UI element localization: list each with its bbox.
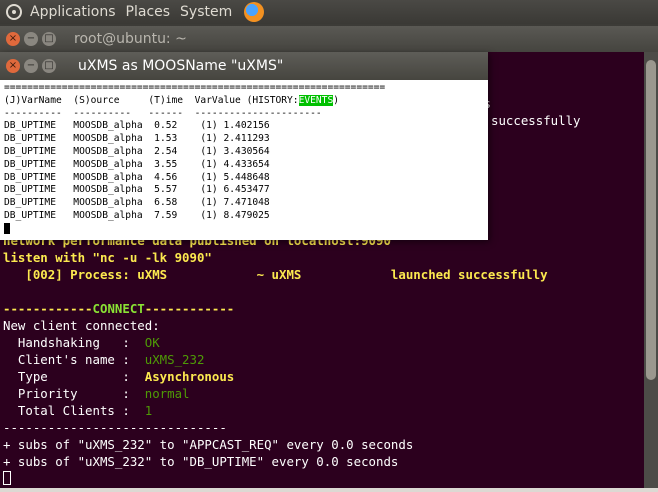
uxms-row: DB_UPTIME MOOSDB_alpha 4.56 (1) 5.448648 [4,171,270,183]
total-label: Total Clients : [3,403,145,418]
uxms-window: × − □ uXMS as MOOSName "uXMS" ==========… [0,52,488,240]
line-new-client: New client connected: [3,318,160,333]
terminal-fragment-1: es [476,95,658,112]
menu-applications[interactable]: Applications [30,4,116,20]
line-process: [002] Process: uXMS ~ uXMS launched succ… [3,267,548,282]
line-subs-1: + subs of "uXMS_232" to "APPCAST_REQ" ev… [3,437,414,452]
bottom-panel [0,488,658,492]
back-minimize-button[interactable]: − [24,32,38,46]
total-value: 1 [144,403,153,418]
history-events-badge: EVENTS [298,94,334,106]
uxms-row: DB_UPTIME MOOSDB_alpha 1.53 (1) 2.411293 [4,133,270,145]
ubuntu-logo-icon[interactable] [6,4,22,20]
uxms-underline: ---------- ---------- ------ -----------… [4,107,322,119]
client-name-label: Client's name : [3,352,145,367]
type-label: Type : [3,369,145,384]
handshaking-value: OK [144,335,160,350]
back-window-title: root@ubuntu: ~ [74,31,187,47]
back-maximize-button[interactable]: □ [42,32,56,46]
line-subs-2: + subs of "uXMS_232" to "DB_UPTIME" ever… [3,454,399,469]
uxms-row: DB_UPTIME MOOSDB_alpha 6.58 (1) 7.471048 [4,197,270,209]
menu-system[interactable]: System [180,4,232,20]
uxms-row: DB_UPTIME MOOSDB_alpha 3.55 (1) 4.433654 [4,158,270,170]
client-name-value: uXMS_232 [144,352,205,367]
type-value: Asynchronous [144,369,235,384]
uxms-rule: ========================================… [4,82,386,93]
uxms-output: ========================================… [4,82,484,237]
back-close-button[interactable]: × [6,32,20,46]
menu-places[interactable]: Places [126,4,171,20]
priority-label: Priority : [3,386,145,401]
uxms-minimize-button[interactable]: − [24,59,38,73]
terminal-fragment-2: successfully [491,113,581,128]
connect-left: ------------ [3,301,93,316]
back-window-titlebar[interactable]: × − □ root@ubuntu: ~ [0,26,658,52]
uxms-window-titlebar[interactable]: × − □ uXMS as MOOSName "uXMS" [0,52,488,80]
uxms-close-button[interactable]: × [6,59,20,73]
uxms-row: DB_UPTIME MOOSDB_alpha 0.52 (1) 1.402156 [4,120,270,132]
uxms-row: DB_UPTIME MOOSDB_alpha 7.59 (1) 8.479025 [4,209,270,221]
terminal-output: network performance data published on lo… [3,232,643,487]
uxms-row: DB_UPTIME MOOSDB_alpha 2.54 (1) 3.430564 [4,145,270,157]
uxms-row: DB_UPTIME MOOSDB_alpha 5.57 (1) 6.453477 [4,184,270,196]
line-separator: ------------------------------ [3,420,227,435]
uxms-cursor [4,222,10,234]
top-panel: Applications Places System [0,0,658,24]
uxms-header-suffix: ) [333,94,340,106]
firefox-icon[interactable] [244,2,265,22]
connect-word: CONNECT [92,301,145,316]
priority-value: normal [144,386,190,401]
uxms-maximize-button[interactable]: □ [42,59,56,73]
connect-right: ------------ [144,301,235,316]
line-listen: listen with "nc -u -lk 9090" [3,250,212,265]
terminal-cursor [3,471,11,485]
uxms-header-prefix: (J)VarName (S)ource (T)ime VarValue (HIS… [4,94,299,106]
uxms-window-title: uXMS as MOOSName "uXMS" [78,58,284,74]
handshaking-label: Handshaking : [3,335,145,350]
